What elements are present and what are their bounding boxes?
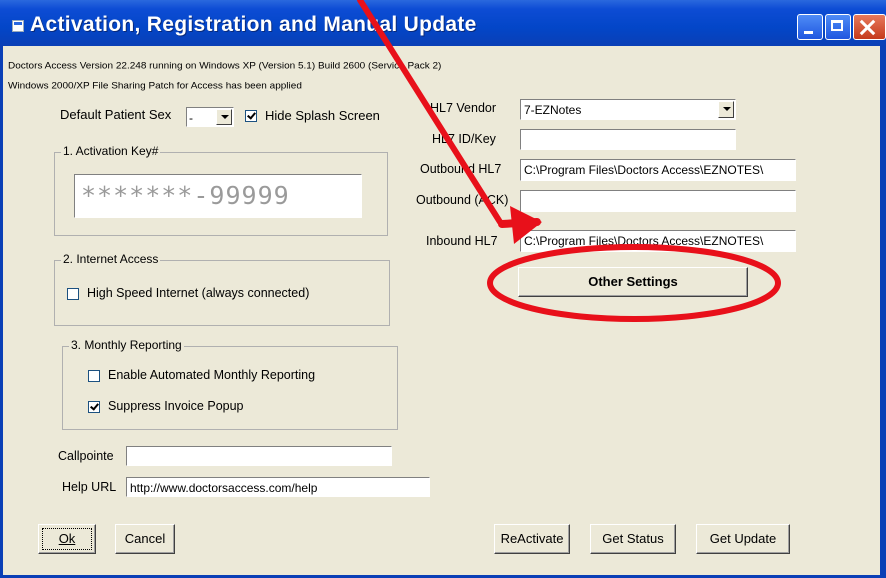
outbound-ack-label: Outbound (ACK) [416, 193, 509, 207]
default-patient-sex-value: - [189, 111, 193, 125]
hl7-vendor-label: HL7 Vendor [430, 101, 497, 115]
patch-info-text: Windows 2000/XP File Sharing Patch for A… [8, 81, 302, 92]
hl7-vendor-value: 7-EZNotes [524, 103, 582, 117]
callpointe-input[interactable] [126, 446, 392, 466]
get-status-label: Get Status [602, 531, 664, 546]
inbound-hl7-label: Inbound HL7 [426, 234, 498, 248]
internet-access-legend: 2. Internet Access [61, 252, 161, 266]
close-button[interactable] [853, 14, 886, 40]
monthly-reporting-group: 3. Monthly Reporting [62, 338, 398, 430]
maximize-button[interactable] [825, 14, 851, 40]
cancel-label: Cancel [124, 531, 166, 546]
hide-splash-label: Hide Splash Screen [265, 108, 380, 123]
hide-splash-checkbox[interactable] [245, 110, 257, 122]
chevron-down-icon[interactable] [216, 109, 232, 125]
get-update-button[interactable]: Get Update [696, 524, 790, 554]
get-update-label: Get Update [709, 531, 777, 546]
other-settings-button[interactable]: Other Settings [518, 267, 748, 297]
hl7-id-label: HL7 ID/Key [432, 132, 496, 146]
window-frame-left [0, 46, 3, 578]
callpointe-label: Callpointe [58, 449, 114, 463]
title-bar[interactable]: Activation, Registration and Manual Upda… [0, 0, 886, 46]
outbound-hl7-label: Outbound HL7 [420, 162, 502, 176]
window-title: Activation, Registration and Manual Upda… [30, 13, 477, 36]
hl7-vendor-select[interactable]: 7-EZNotes [520, 99, 736, 120]
enable-monthly-reporting-checkbox[interactable] [88, 370, 100, 382]
window-app-icon[interactable] [12, 20, 24, 32]
default-patient-sex-label: Default Patient Sex [60, 107, 172, 122]
outbound-hl7-input[interactable]: C:\Program Files\Doctors Access\EZNOTES\ [520, 159, 796, 181]
window-frame-right [880, 46, 886, 578]
hl7-id-input[interactable] [520, 129, 736, 150]
high-speed-internet-checkbox[interactable] [67, 288, 79, 300]
suppress-invoice-popup-checkbox[interactable] [88, 401, 100, 413]
get-status-button[interactable]: Get Status [590, 524, 676, 554]
suppress-invoice-popup-label: Suppress Invoice Popup [108, 399, 244, 413]
enable-monthly-reporting-label: Enable Automated Monthly Reporting [108, 368, 316, 382]
outbound-ack-input[interactable] [520, 190, 796, 212]
reactivate-label: ReActivate [500, 531, 564, 546]
minimize-button[interactable] [797, 14, 823, 40]
cancel-button[interactable]: Cancel [115, 524, 175, 554]
version-info-text: Doctors Access Version 22.248 running on… [8, 61, 442, 72]
annotation-arrow-link [498, 218, 541, 228]
ok-button[interactable]: Ok [38, 524, 96, 554]
inbound-hl7-input[interactable]: C:\Program Files\Doctors Access\EZNOTES\ [520, 230, 796, 252]
activation-key-legend: 1. Activation Key# [61, 144, 161, 158]
activation-key-input[interactable]: *******-99999 [74, 174, 362, 218]
other-settings-label: Other Settings [588, 274, 678, 289]
ok-label: Ok [58, 531, 76, 546]
help-url-input[interactable]: http://www.doctorsaccess.com/help [126, 477, 430, 497]
default-patient-sex-select[interactable]: - [186, 107, 234, 127]
dialog-window: Activation, Registration and Manual Upda… [0, 0, 886, 578]
chevron-down-icon[interactable] [718, 101, 734, 118]
reactivate-button[interactable]: ReActivate [494, 524, 570, 554]
monthly-reporting-legend: 3. Monthly Reporting [69, 338, 184, 352]
help-url-label: Help URL [62, 480, 117, 494]
high-speed-internet-label: High Speed Internet (always connected) [87, 286, 310, 300]
